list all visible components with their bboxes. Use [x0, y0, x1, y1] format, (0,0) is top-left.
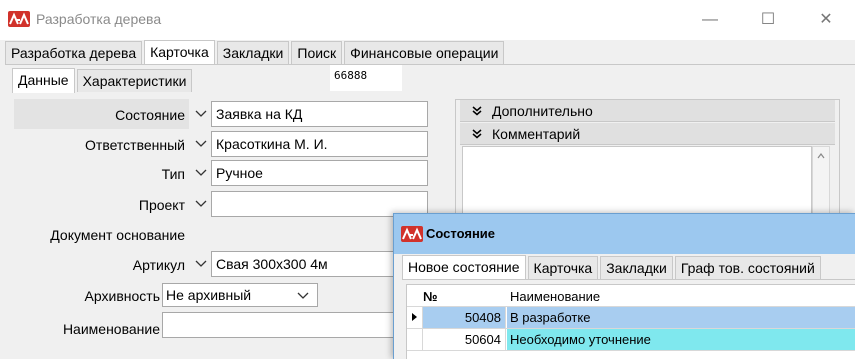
tab-new-state[interactable]: Новое состояние	[402, 255, 526, 280]
chevron-down-icon	[195, 200, 207, 207]
type-label: Тип	[161, 166, 185, 182]
row-number-cell: 50408	[423, 307, 506, 328]
grid-header: № Наименование	[407, 285, 855, 307]
scroll-up-arrow-icon	[817, 153, 825, 159]
app-logo-icon	[8, 11, 30, 27]
tab-card[interactable]: Карточка	[527, 256, 599, 279]
project-label: Проект	[138, 197, 185, 213]
row-indicator	[407, 307, 423, 328]
app-logo-icon	[401, 226, 423, 242]
status-label: Состояние	[115, 107, 185, 123]
chevron-down-icon	[195, 140, 207, 147]
tabs-divider	[5, 64, 855, 65]
table-row[interactable]: 50604 Необходимо уточнение	[407, 329, 855, 351]
maximize-button[interactable]: ☐	[748, 6, 788, 34]
responsible-field[interactable]: Красоткина М. И.	[211, 131, 428, 157]
article-dropdown-button[interactable]	[192, 252, 210, 276]
name-label: Наименование	[62, 321, 160, 337]
current-row-arrow-icon	[412, 313, 417, 321]
row-number-cell: 50604	[423, 329, 506, 350]
status-field[interactable]: Заявка на КД	[211, 101, 428, 127]
dialog-tabs: Новое состояние Карточка Закладки Граф т…	[402, 255, 823, 280]
status-dialog: Состояние Новое состояние Карточка Закла…	[393, 213, 855, 359]
type-dropdown-button[interactable]	[192, 161, 210, 185]
table-row[interactable]: 50408 В разработке	[407, 307, 855, 329]
tab-bookmarks[interactable]: Закладки	[600, 256, 673, 279]
tab-card[interactable]: Карточка	[144, 40, 215, 65]
window-title: Разработка дерева	[36, 11, 162, 27]
chevron-down-icon	[297, 292, 309, 299]
dialog-title: Состояние	[426, 226, 496, 241]
dialog-tabs-divider	[402, 279, 855, 280]
archive-select[interactable]: Не архивный	[162, 283, 318, 307]
tab-search[interactable]: Поиск	[291, 41, 343, 64]
sub-tabs: Данные Характеристики	[12, 68, 194, 93]
row-indicator	[407, 329, 423, 350]
tab-state-graph[interactable]: Граф тов. состояний	[674, 256, 821, 279]
column-header-number[interactable]: №	[423, 289, 438, 304]
minimize-button[interactable]: —	[690, 6, 730, 34]
base-document-label: Документ основание	[50, 227, 185, 243]
status-dropdown-button[interactable]	[192, 102, 210, 126]
record-code: 66888	[330, 65, 402, 91]
row-name-cell: В разработке	[507, 307, 855, 328]
responsible-label: Ответственный	[85, 137, 185, 153]
tab-characteristics[interactable]: Характеристики	[76, 69, 193, 92]
double-chevron-down-icon	[472, 129, 482, 139]
window-titlebar: Разработка дерева — ☐ ✕	[0, 0, 855, 40]
comment-section-header[interactable]: Комментарий	[460, 123, 835, 145]
responsible-dropdown-button[interactable]	[192, 132, 210, 156]
project-dropdown-button[interactable]	[192, 192, 210, 216]
double-chevron-down-icon	[472, 106, 482, 116]
chevron-down-icon	[195, 169, 207, 176]
chevron-down-icon	[195, 110, 207, 117]
type-field[interactable]: Ручное	[211, 160, 428, 186]
additional-section-header[interactable]: Дополнительно	[460, 100, 835, 122]
main-tabs: Разработка дерева Карточка Закладки Поис…	[5, 40, 506, 65]
tab-data[interactable]: Данные	[12, 68, 75, 93]
archive-select-value: Не архивный	[166, 287, 252, 303]
dialog-titlebar: Состояние	[394, 214, 855, 254]
close-button[interactable]: ✕	[806, 6, 846, 34]
tab-financial-operations[interactable]: Финансовые операции	[344, 41, 505, 64]
name-field[interactable]	[162, 312, 428, 338]
additional-section-label: Дополнительно	[492, 103, 593, 119]
tab-tree-development[interactable]: Разработка дерева	[5, 41, 143, 64]
states-grid: № Наименование 50408 В разработке 50604 …	[406, 284, 855, 359]
comment-section-label: Комментарий	[492, 126, 581, 142]
tab-bookmarks[interactable]: Закладки	[216, 41, 290, 64]
chevron-down-icon	[195, 260, 207, 267]
archive-label: Архивность	[84, 288, 160, 304]
article-label: Артикул	[132, 257, 185, 273]
row-name-cell: Необходимо уточнение	[507, 329, 855, 350]
column-header-name[interactable]: Наименование	[510, 289, 600, 304]
